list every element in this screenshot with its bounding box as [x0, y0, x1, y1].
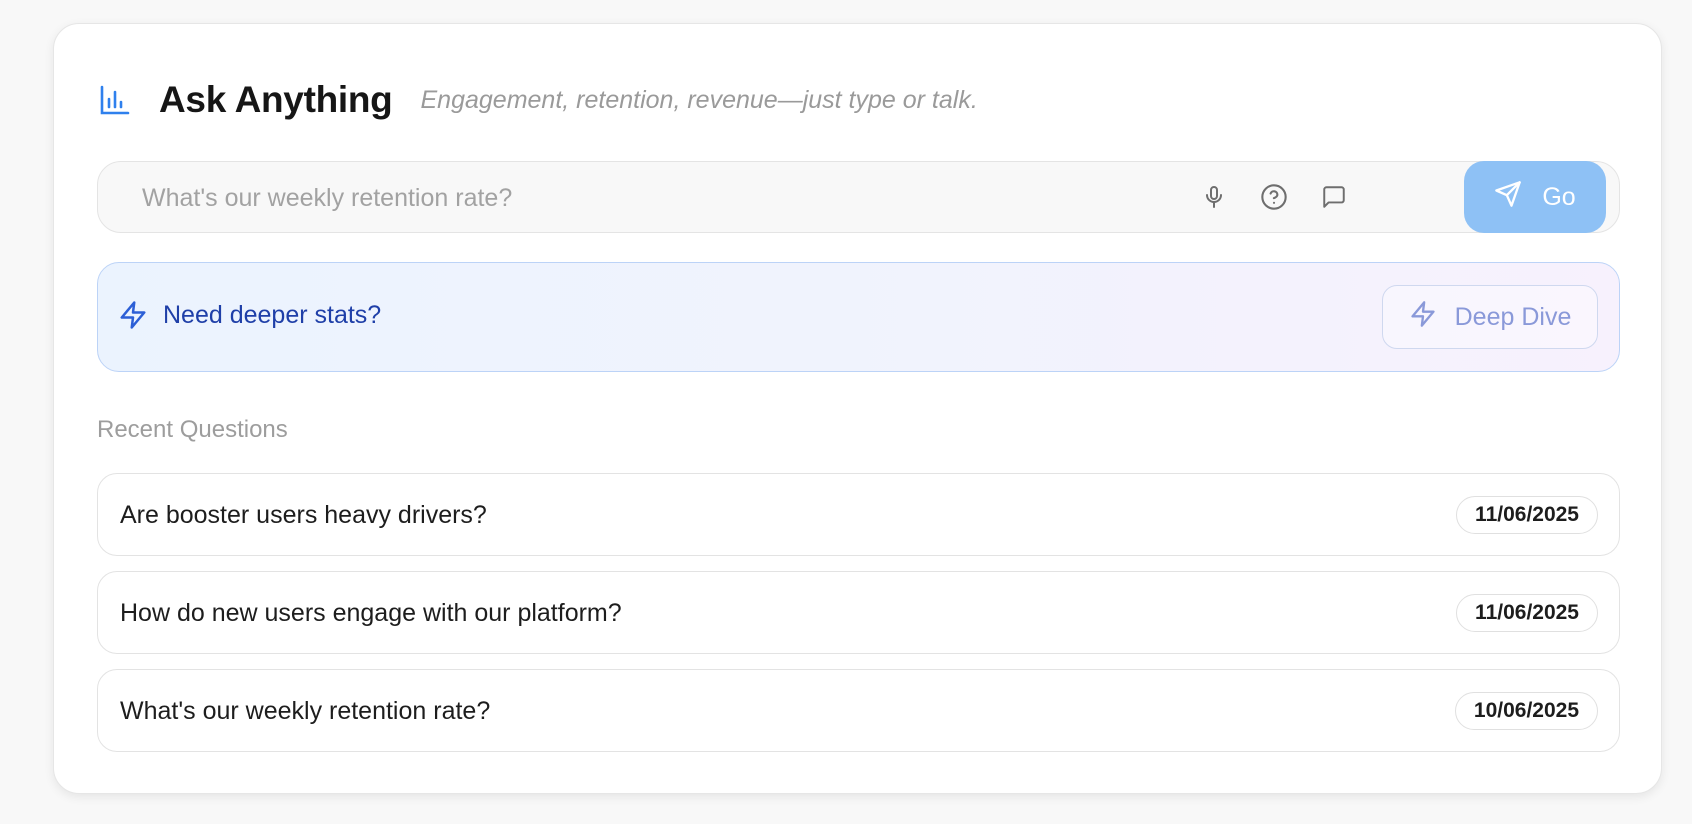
question-input[interactable]: [140, 162, 1224, 234]
bar-chart-icon: [97, 82, 133, 118]
recent-question-item[interactable]: How do new users engage with our platfor…: [97, 571, 1620, 654]
help-circle-icon[interactable]: [1256, 179, 1292, 215]
page-subtitle: Engagement, retention, revenue—just type…: [420, 85, 978, 114]
go-button-label: Go: [1542, 182, 1576, 211]
question-text: How do new users engage with our platfor…: [120, 599, 622, 627]
ask-anything-card: Ask Anything Engagement, retention, reve…: [53, 23, 1662, 794]
recent-question-item[interactable]: What's our weekly retention rate? 10/06/…: [97, 669, 1620, 752]
send-icon: [1494, 180, 1522, 215]
question-date-badge: 11/06/2025: [1456, 594, 1598, 632]
message-icon[interactable]: [1316, 179, 1352, 215]
microphone-icon[interactable]: [1196, 179, 1232, 215]
question-text: What's our weekly retention rate?: [120, 697, 491, 725]
go-button[interactable]: Go: [1464, 161, 1606, 233]
banner-text: Need deeper stats?: [163, 301, 382, 329]
question-text: Are booster users heavy drivers?: [120, 501, 487, 529]
recent-questions-list: Are booster users heavy drivers? 11/06/2…: [97, 473, 1620, 767]
recent-questions-heading: Recent Questions: [97, 416, 288, 443]
lightning-icon: [118, 300, 154, 336]
question-date-badge: 10/06/2025: [1454, 692, 1598, 730]
question-date-badge: 11/06/2025: [1456, 496, 1598, 534]
page-title: Ask Anything: [159, 79, 393, 120]
lightning-icon: [1409, 300, 1437, 335]
deep-dive-label: Deep Dive: [1454, 302, 1572, 331]
question-search-bar: Go: [97, 161, 1620, 234]
recent-question-item[interactable]: Are booster users heavy drivers? 11/06/2…: [97, 473, 1620, 556]
deeper-stats-banner: Need deeper stats? Deep Dive: [97, 262, 1620, 372]
deep-dive-button[interactable]: Deep Dive: [1382, 285, 1598, 349]
card-header: Ask Anything Engagement, retention, reve…: [97, 72, 978, 128]
